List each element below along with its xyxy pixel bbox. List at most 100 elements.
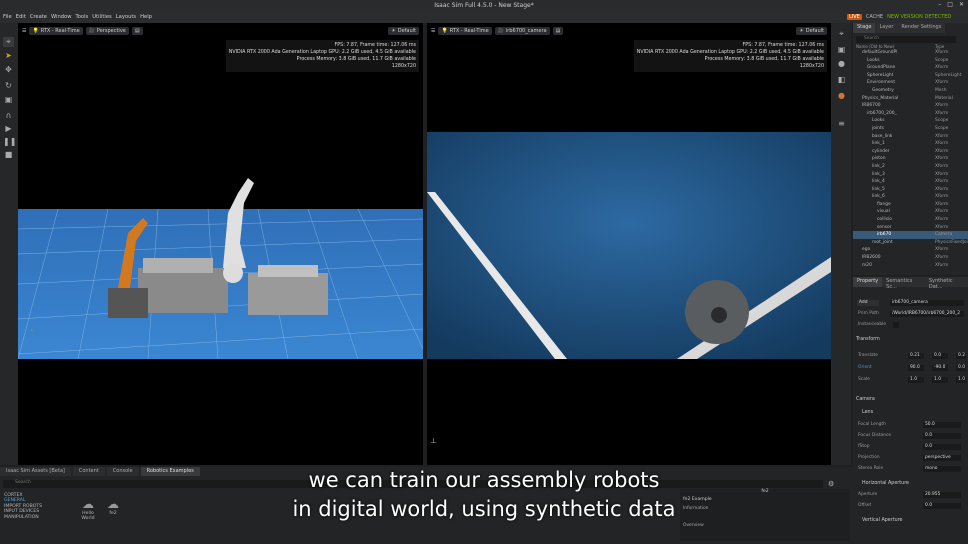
stage-tree-row[interactable]: joints Scope [853,125,968,133]
stage-search-input[interactable]: Search [856,36,956,43]
nav-icon[interactable]: ⌖ [836,29,847,39]
stage-tree-row[interactable]: Looks Scope [853,117,968,125]
new-version-notice[interactable]: NEW VERSION DETECTED [887,14,951,20]
transform-section[interactable]: Transform [856,337,880,342]
live-bar: LIVE CACHE NEW VERSION DETECTED [843,10,968,23]
move-icon[interactable]: ✥ [3,65,14,75]
instanceable-checkbox[interactable] [893,322,899,328]
translate-z[interactable]: 0.2 [956,353,966,359]
play-icon[interactable]: ▶ [3,124,14,134]
tab-semantics[interactable]: Semantics Sc... [882,277,925,290]
stop-icon[interactable]: ■ [3,150,14,160]
stage-tree-row[interactable]: link_2 Xform [853,163,968,171]
stage-tree-row[interactable]: SphereLight SphereLight [853,72,968,80]
stage-tree-row[interactable]: flange Xform [853,201,968,209]
stage-tree-row[interactable]: root_joint PhysicsFixedJoint [853,239,968,247]
cache-button[interactable]: CACHE [866,14,883,20]
menu-file[interactable]: File [3,14,12,20]
physics-icon[interactable]: ● [836,91,847,101]
menu-edit[interactable]: Edit [16,14,26,20]
sphere-icon[interactable]: ● [836,59,847,69]
pointer-icon[interactable]: ➤ [3,51,14,61]
focus-distance-field[interactable]: 0.0 [923,433,961,439]
tab-render-settings[interactable]: Render Settings [897,23,946,33]
pause-icon[interactable]: ❚❚ [3,137,16,147]
stage-tree-row[interactable]: link_4 Xform [853,178,968,186]
camera-section[interactable]: Camera [856,397,875,402]
stage-tree-row[interactable]: link_1 Xform [853,140,968,148]
stage-tree-row[interactable]: sensor Xform [853,224,968,232]
stage-tree-row[interactable]: m20 Xform [853,262,968,270]
layers-icon[interactable]: ◧ [836,75,847,85]
camera-dropdown-2[interactable]: 🎥 irb6700_camera [494,27,550,35]
stage-tree-row[interactable]: collisio Xform [853,216,968,224]
orient-y[interactable]: -90.0 [932,365,948,371]
close-icon[interactable]: ✕ [959,1,964,8]
render-mode-dropdown[interactable]: 💡 RTX - Real-Time [29,27,83,35]
add-button[interactable]: Add [857,300,879,306]
menu-tools[interactable]: Tools [75,14,88,20]
tab-property[interactable]: Property [853,277,883,287]
orient-x[interactable]: 90.0 [908,365,924,371]
tab-stage[interactable]: Stage [853,23,876,33]
translate-y[interactable]: 0.0 [932,353,948,359]
rotate-icon[interactable]: ↻ [3,81,14,91]
focal-length-field[interactable]: 50.0 [923,422,961,428]
snap-icon[interactable]: ∩ [3,111,14,121]
tab-layer[interactable]: Layer [875,23,898,33]
stage-tree-row[interactable]: cylinder Xform [853,148,968,156]
view-options-icon[interactable]: ▤ [131,27,143,35]
lighting-dropdown-2[interactable]: ☀ Default [796,27,827,35]
stage-tree-row[interactable]: Looks Scope [853,57,968,65]
stage-tree-row[interactable]: piston Xform [853,155,968,163]
select-icon[interactable]: ⌖ [3,37,14,47]
minimize-icon[interactable]: – [938,1,941,8]
stage-tree-row[interactable]: link_6 Xform [853,193,968,201]
live-button[interactable]: LIVE [847,13,862,20]
menu-layouts[interactable]: Layouts [116,14,136,20]
menu-utilities[interactable]: Utilities [92,14,112,20]
cube-icon[interactable]: ▣ [836,45,847,55]
stage-tree-row[interactable]: base_link Xform [853,133,968,141]
sliders-icon[interactable]: ≡ [836,119,847,129]
render-mode-dropdown-2[interactable]: 💡 RTX - Real-Time [438,27,492,35]
stage-tree-row[interactable]: link_3 Xform [853,171,968,179]
lens-section[interactable]: Lens [862,410,873,415]
stage-tree-row[interactable]: IRB2600 Xform [853,254,968,262]
scale-x[interactable]: 1.0 [908,377,924,383]
scale-z[interactable]: 1.0 [956,377,966,383]
stage-tree-row[interactable]: link_5 Xform [853,186,968,194]
view-options-icon-2[interactable]: ▤ [552,27,564,35]
scale-icon[interactable]: ▣ [3,95,14,105]
stage-tree-row[interactable]: defaultGroundPl Xform [853,49,968,57]
viewport-perspective[interactable]: ☰ 💡 RTX - Real-Time 🎥 Perspective ▤ ☀ Defau… [18,23,423,465]
stage-tree-row[interactable]: irb6700_200_ Xform [853,110,968,118]
prim-name-field[interactable]: irb6700_camera [890,300,964,306]
stage-tree-row[interactable]: IRB6700 Xform [853,102,968,110]
menu-help[interactable]: Help [140,14,152,20]
projection-dropdown[interactable]: perspective [923,455,961,461]
tab-synthetic-data[interactable]: Synthetic Dat... [924,277,968,290]
stage-tree-row[interactable]: Physics_Material Material [853,95,968,103]
stage-tree-row[interactable]: irb670 Camera [853,231,968,239]
fstop-field[interactable]: 0.0 [923,444,961,450]
stage-tree-row[interactable]: ego Xform [853,246,968,254]
stage-tree-row[interactable]: GroundPlane Xform [853,64,968,72]
stage-tree-row[interactable]: visual Xform [853,208,968,216]
prim-path-field[interactable]: /World/IRB6700/irb6700_200_2 [890,311,964,317]
viewport-camera[interactable]: ☰ 💡 RTX - Real-Time 🎥 irb6700_camera ▤ ☀ De… [427,23,831,465]
stage-tree-row[interactable]: Environment Xform [853,79,968,87]
menu-create[interactable]: Create [30,14,47,20]
maximize-icon[interactable]: □ [947,1,953,8]
scale-y[interactable]: 1.0 [932,377,948,383]
lighting-dropdown[interactable]: ☀ Default [388,27,419,35]
camera-dropdown[interactable]: 🎥 Perspective [85,27,129,35]
robot-cell[interactable]: ⟂ [18,173,423,373]
viewport-settings-icon[interactable]: ☰ [22,28,26,34]
stage-tree-row[interactable]: Geometry Mesh [853,87,968,95]
translate-x[interactable]: 0.21 [908,353,924,359]
menu-window[interactable]: Window [51,14,71,20]
stage-tree-row-type: Material [935,95,953,101]
orient-z[interactable]: 0.0 [956,365,966,371]
viewport-settings-icon-2[interactable]: ☰ [431,28,435,34]
